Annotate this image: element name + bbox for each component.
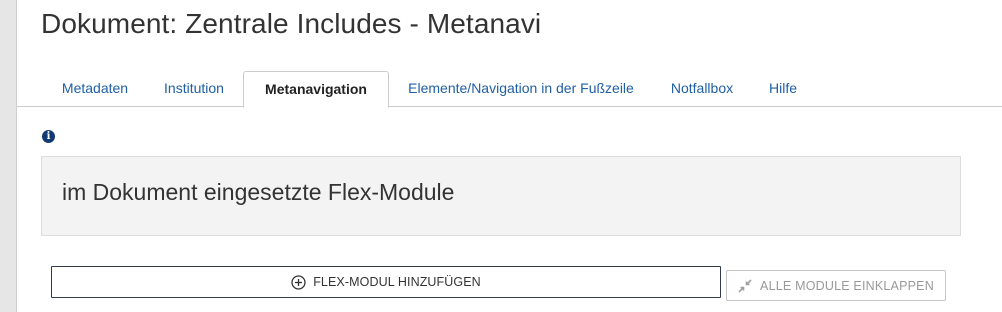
tab-elemente-navigation-fusszeile[interactable]: Elemente/Navigation in der Fußzeile <box>397 71 645 107</box>
plus-circle-icon <box>291 274 306 290</box>
add-flex-module-label: FLEX-MODUL HINZUFÜGEN <box>313 275 481 289</box>
document-title: Dokument: Zentrale Includes - Metanavi <box>41 8 542 39</box>
info-icon[interactable]: i <box>42 130 55 143</box>
section-heading: im Dokument eingesetzte Flex-Module <box>62 179 455 205</box>
tab-metadaten[interactable]: Metadaten <box>47 71 143 107</box>
tab-institution[interactable]: Institution <box>153 71 235 107</box>
compress-icon <box>738 278 752 293</box>
document-editor-panel: Dokument: Zentrale Includes - Metanavi M… <box>16 0 1002 312</box>
tab-notfallbox[interactable]: Notfallbox <box>663 71 741 107</box>
collapse-all-modules-label: ALLE MODULE EINKLAPPEN <box>760 278 934 293</box>
flex-modules-section: im Dokument eingesetzte Flex-Module <box>41 156 961 236</box>
tab-bar: Metadaten Institution Metanavigation Ele… <box>17 71 1002 108</box>
collapse-all-modules-button[interactable]: ALLE MODULE EINKLAPPEN <box>726 270 946 301</box>
tab-hilfe[interactable]: Hilfe <box>761 71 805 107</box>
add-flex-module-button[interactable]: FLEX-MODUL HINZUFÜGEN <box>51 266 721 298</box>
tab-metanavigation[interactable]: Metanavigation <box>243 71 389 108</box>
